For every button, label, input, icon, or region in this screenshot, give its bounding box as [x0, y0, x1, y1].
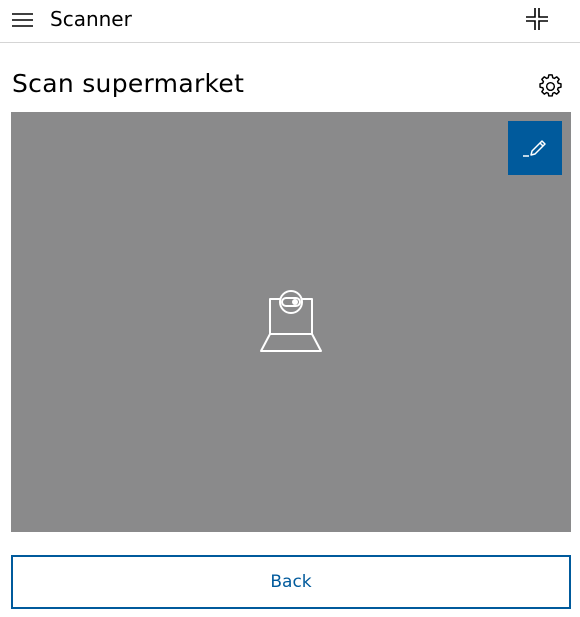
app-header: Scanner — [0, 0, 580, 43]
minimize-icon — [524, 6, 550, 32]
collapse-button[interactable] — [524, 6, 550, 32]
settings-button[interactable] — [537, 73, 564, 100]
pencil-icon — [508, 121, 562, 175]
menu-button[interactable] — [10, 9, 36, 31]
page-title: Scan supermarket — [12, 69, 245, 98]
hamburger-menu-icon — [10, 9, 36, 31]
gear-icon — [537, 73, 564, 100]
back-button[interactable]: Back — [11, 555, 571, 609]
laptop-webcam-icon — [258, 289, 324, 355]
app-title: Scanner — [50, 7, 132, 31]
scanner-viewport[interactable] — [11, 112, 571, 532]
edit-button[interactable] — [508, 121, 562, 175]
